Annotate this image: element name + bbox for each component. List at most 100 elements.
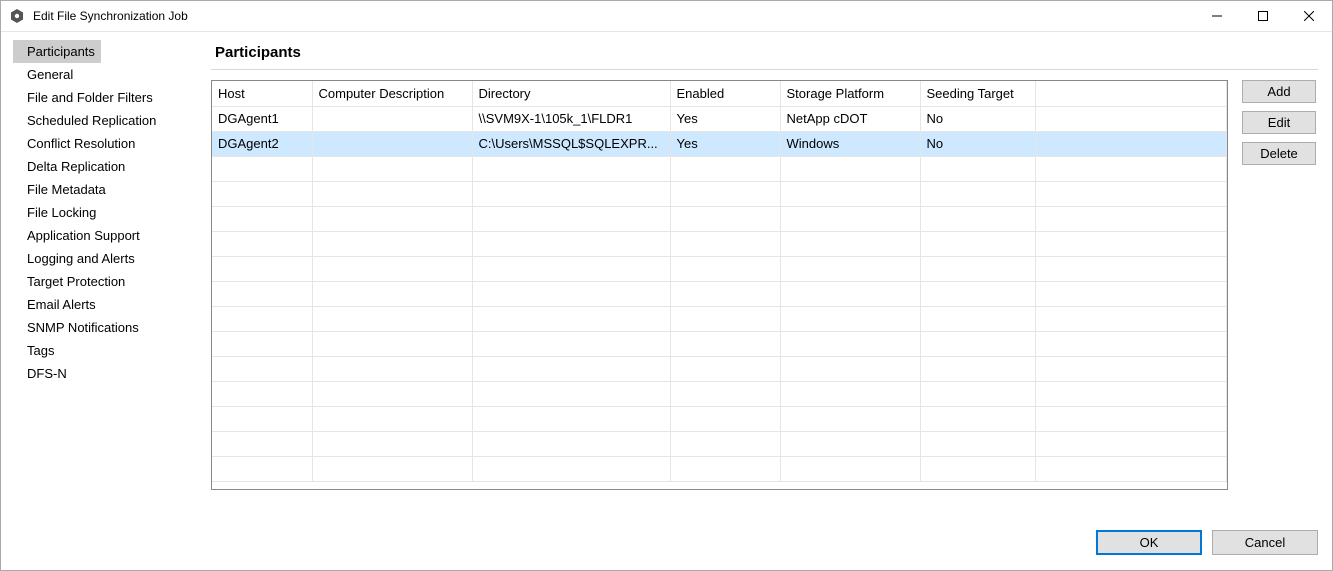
sidebar-item-application-support[interactable]: Application Support	[13, 224, 146, 247]
cell-empty	[472, 256, 670, 281]
cell-empty	[312, 331, 472, 356]
sidebar-item-file-metadata[interactable]: File Metadata	[13, 178, 112, 201]
table-row-empty[interactable]	[212, 356, 1227, 381]
cell-empty	[670, 331, 780, 356]
participants-table[interactable]: Host Computer Description Directory Enab…	[211, 80, 1228, 490]
cell-fill	[1035, 106, 1227, 131]
delete-button[interactable]: Delete	[1242, 142, 1316, 165]
cell-empty	[920, 306, 1035, 331]
table-row-empty[interactable]	[212, 231, 1227, 256]
cell-empty	[1035, 206, 1227, 231]
cell-empty	[312, 281, 472, 306]
cell-dir: \\SVM9X-1\105k_1\FLDR1	[472, 106, 670, 131]
cell-empty	[1035, 431, 1227, 456]
cell-empty	[212, 256, 312, 281]
sidebar-item-participants[interactable]: Participants	[13, 40, 101, 63]
close-button[interactable]	[1286, 1, 1332, 31]
add-button[interactable]: Add	[1242, 80, 1316, 103]
cell-empty	[212, 456, 312, 481]
col-header-seeding[interactable]: Seeding Target	[920, 81, 1035, 106]
page-title: Participants	[211, 40, 1318, 70]
sidebar-item-email-alerts[interactable]: Email Alerts	[13, 293, 102, 316]
cell-empty	[212, 181, 312, 206]
table-row-empty[interactable]	[212, 381, 1227, 406]
sidebar-item-scheduled-replication[interactable]: Scheduled Replication	[13, 109, 162, 132]
table-row-empty[interactable]	[212, 306, 1227, 331]
cell-empty	[212, 281, 312, 306]
cell-desc	[312, 131, 472, 156]
cell-dir: C:\Users\MSSQL$SQLEXPR...	[472, 131, 670, 156]
cell-enabled: Yes	[670, 106, 780, 131]
table-row-empty[interactable]	[212, 256, 1227, 281]
sidebar-item-dfs-n[interactable]: DFS-N	[13, 362, 73, 385]
cell-empty	[670, 256, 780, 281]
col-header-enabled[interactable]: Enabled	[670, 81, 780, 106]
cell-empty	[1035, 356, 1227, 381]
cell-empty	[920, 356, 1035, 381]
table-row[interactable]: DGAgent1\\SVM9X-1\105k_1\FLDR1YesNetApp …	[212, 106, 1227, 131]
sidebar-item-logging-and-alerts[interactable]: Logging and Alerts	[13, 247, 141, 270]
col-header-desc[interactable]: Computer Description	[312, 81, 472, 106]
cell-empty	[472, 456, 670, 481]
app-icon	[9, 8, 25, 24]
sidebar-item-general[interactable]: General	[13, 63, 79, 86]
cancel-button[interactable]: Cancel	[1212, 530, 1318, 555]
window-title: Edit File Synchronization Job	[33, 9, 1194, 23]
cell-empty	[312, 156, 472, 181]
cell-empty	[780, 281, 920, 306]
cell-empty	[212, 206, 312, 231]
cell-empty	[472, 156, 670, 181]
table-row-empty[interactable]	[212, 206, 1227, 231]
table-row-empty[interactable]	[212, 431, 1227, 456]
cell-empty	[920, 256, 1035, 281]
cell-empty	[670, 381, 780, 406]
cell-empty	[780, 406, 920, 431]
cell-empty	[1035, 281, 1227, 306]
cell-empty	[670, 231, 780, 256]
table-row[interactable]: DGAgent2C:\Users\MSSQL$SQLEXPR...YesWind…	[212, 131, 1227, 156]
cell-enabled: Yes	[670, 131, 780, 156]
cell-empty	[472, 406, 670, 431]
sidebar-item-snmp-notifications[interactable]: SNMP Notifications	[13, 316, 145, 339]
sidebar-item-tags[interactable]: Tags	[13, 339, 60, 362]
table-row-empty[interactable]	[212, 406, 1227, 431]
col-header-platform[interactable]: Storage Platform	[780, 81, 920, 106]
table-row-empty[interactable]	[212, 281, 1227, 306]
edit-button[interactable]: Edit	[1242, 111, 1316, 134]
cell-empty	[312, 256, 472, 281]
cell-empty	[1035, 231, 1227, 256]
cell-platform: Windows	[780, 131, 920, 156]
sidebar-item-file-locking[interactable]: File Locking	[13, 201, 102, 224]
cell-empty	[212, 356, 312, 381]
col-header-fill	[1035, 81, 1227, 106]
sidebar-item-delta-replication[interactable]: Delta Replication	[13, 155, 131, 178]
cell-empty	[780, 206, 920, 231]
cell-empty	[212, 331, 312, 356]
sidebar-item-target-protection[interactable]: Target Protection	[13, 270, 131, 293]
col-header-host[interactable]: Host	[212, 81, 312, 106]
maximize-button[interactable]	[1240, 1, 1286, 31]
ok-button[interactable]: OK	[1096, 530, 1202, 555]
table-row-empty[interactable]	[212, 331, 1227, 356]
table-header-row[interactable]: Host Computer Description Directory Enab…	[212, 81, 1227, 106]
cell-empty	[780, 356, 920, 381]
cell-seeding: No	[920, 131, 1035, 156]
cell-empty	[780, 256, 920, 281]
cell-empty	[472, 181, 670, 206]
col-header-dir[interactable]: Directory	[472, 81, 670, 106]
cell-empty	[212, 431, 312, 456]
sidebar-item-conflict-resolution[interactable]: Conflict Resolution	[13, 132, 141, 155]
sidebar-item-file-and-folder-filters[interactable]: File and Folder Filters	[13, 86, 159, 109]
minimize-button[interactable]	[1194, 1, 1240, 31]
cell-empty	[312, 431, 472, 456]
cell-empty	[920, 156, 1035, 181]
cell-empty	[1035, 256, 1227, 281]
cell-empty	[472, 381, 670, 406]
table-row-empty[interactable]	[212, 181, 1227, 206]
table-row-empty[interactable]	[212, 156, 1227, 181]
cell-empty	[312, 406, 472, 431]
table-row-empty[interactable]	[212, 456, 1227, 481]
cell-empty	[312, 306, 472, 331]
cell-empty	[780, 231, 920, 256]
titlebar: Edit File Synchronization Job	[1, 1, 1332, 32]
